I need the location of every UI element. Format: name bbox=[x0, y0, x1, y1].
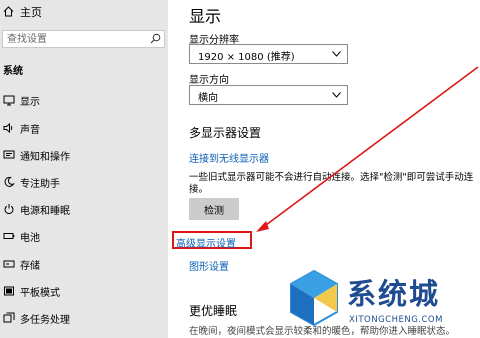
night-light-heading: 更优睡眠 bbox=[189, 304, 238, 318]
watermark-logo-icon bbox=[290, 269, 338, 327]
watermark-url: XITONGCHENG.COM bbox=[349, 315, 443, 325]
watermark: 系统城 XITONGCHENG.COM bbox=[285, 265, 480, 338]
watermark-text: 系统城 bbox=[347, 277, 441, 311]
